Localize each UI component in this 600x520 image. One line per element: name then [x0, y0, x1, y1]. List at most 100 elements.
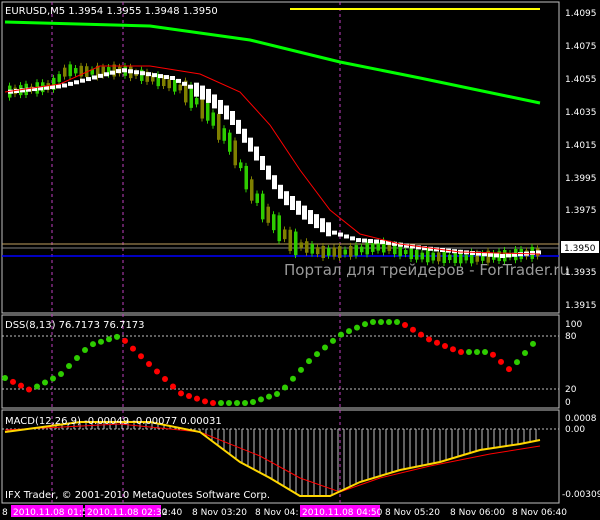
ribbon-block [224, 105, 229, 120]
ribbon-block [368, 239, 373, 244]
ribbon-block [266, 165, 271, 180]
candle-body [409, 247, 413, 260]
dss-dot [314, 351, 320, 358]
candle-body [415, 249, 419, 260]
dss-dot [170, 383, 176, 390]
ribbon-block [332, 230, 337, 235]
dss-dot [90, 341, 96, 348]
candle-body [338, 246, 342, 258]
dss-dot [482, 349, 488, 355]
candle-body [261, 193, 265, 220]
ribbon-block [230, 111, 235, 125]
time-highlight-text: 2010.11.08 01:5 [13, 508, 88, 518]
dss-dot [506, 366, 512, 373]
candle-body [250, 179, 254, 201]
time-label: 8 Nov 06:40 [512, 508, 567, 518]
candle-body [299, 242, 303, 248]
dss-dot [130, 345, 136, 352]
dss-dot [282, 384, 288, 391]
candle-body [343, 249, 347, 255]
ribbon-block [302, 205, 307, 220]
dss-dot [322, 344, 328, 351]
ribbon-block [260, 156, 265, 170]
price-tick: 1.4095 [565, 9, 597, 19]
dss-dot [346, 328, 352, 335]
dss-tick: 80 [565, 332, 577, 342]
candle-body [376, 242, 380, 251]
dss-axis: 100 80 20 0 [565, 320, 582, 408]
ribbon-block [68, 81, 73, 86]
ribbon-block [194, 82, 199, 97]
ribbon-block [152, 73, 157, 78]
candle-body [310, 244, 314, 254]
time-axis[interactable]: 8 2010.11.08 01:5 2010.11.08 02:30 2:40 … [2, 505, 567, 518]
dss-dot [2, 375, 8, 381]
candle-body [233, 140, 237, 166]
price-tick: 1.4015 [565, 141, 597, 151]
ribbon-block [314, 214, 319, 229]
candle-body [371, 243, 375, 252]
dss-dot [138, 353, 144, 360]
ribbon-block [290, 196, 295, 210]
dss-dot [394, 319, 400, 325]
ribbon-block [128, 69, 133, 74]
dss-dot [442, 343, 448, 349]
candle-body [332, 247, 336, 257]
dss-dot [338, 331, 344, 338]
price-axis: 1.4095 1.4075 1.4055 1.4035 1.4015 1.399… [565, 9, 597, 311]
dss-dot [122, 337, 128, 344]
ribbon-block [308, 210, 313, 225]
ma-green-line [4, 20, 541, 105]
candle-body [195, 98, 199, 105]
ribbon-block [494, 253, 499, 258]
candle-body [283, 229, 287, 240]
dss-dot [66, 363, 72, 369]
ribbon-block [356, 238, 361, 243]
dss-dot [426, 336, 432, 343]
candle-body [228, 132, 232, 152]
dss-dot [114, 333, 120, 340]
dss-dot [266, 393, 272, 400]
ribbon-block [206, 88, 211, 103]
ribbon-block [320, 218, 325, 233]
watermark: Портал для трейдеров - ForTrader.ru [284, 261, 569, 279]
ribbon-block [122, 68, 127, 73]
dss-dot [106, 336, 112, 343]
dss-dot [50, 375, 56, 382]
dss-dot [226, 400, 232, 406]
time-highlight-text: 2010.11.08 02:30 [87, 508, 168, 518]
ribbon-block [254, 146, 259, 161]
ribbon-block [344, 234, 349, 239]
dss-dot [410, 326, 416, 333]
current-price-text: 1.3950 [564, 244, 596, 254]
dss-dot [234, 400, 240, 406]
candle-body [74, 68, 78, 74]
dss-dot [242, 400, 248, 406]
ribbon-block [272, 175, 277, 190]
dss-dot [458, 349, 464, 355]
ribbon-block [74, 80, 79, 85]
dss-dot [162, 376, 168, 382]
dss-dot [370, 319, 376, 325]
dss-dot [514, 359, 520, 366]
time-label: 8 Nov 04: [255, 508, 299, 518]
dss-dot [34, 383, 40, 390]
ribbon-block [326, 222, 331, 237]
dss-tick: 100 [565, 320, 582, 330]
price-tick: 1.4075 [565, 42, 597, 52]
dss-dot [10, 378, 16, 385]
candle-body [448, 254, 452, 261]
ribbon-block [284, 191, 289, 206]
ribbon-block [62, 83, 67, 88]
price-tick: 1.3935 [565, 268, 597, 278]
dss-dot [306, 358, 312, 365]
copyright-label: IFX Trader, © 2001-2010 MetaQuotes Softw… [5, 490, 270, 501]
candle-body [162, 77, 166, 87]
chart-canvas[interactable]: EURUSD,M5 1.3954 1.3955 1.3948 1.3950 По… [0, 0, 600, 520]
dss-dot [58, 371, 64, 377]
candle-body [420, 252, 424, 260]
dss-dots [2, 319, 536, 406]
dss-dot [42, 379, 48, 386]
candle-body [437, 252, 441, 262]
macd-tick: 0.00 [565, 425, 585, 435]
